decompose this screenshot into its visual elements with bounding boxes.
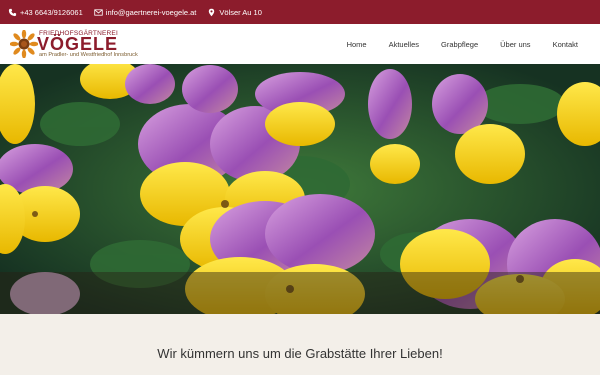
logo-location: am Pradler- und Westfriedhof Innsbruck	[39, 52, 138, 58]
nav-grabpflege[interactable]: Grabpflege	[441, 40, 478, 49]
email-contact[interactable]: info@gaertnerei-voegele.at	[94, 7, 197, 17]
nav-aktuelles[interactable]: Aktuelles	[389, 40, 419, 49]
site-logo[interactable]: FRIEDHOFSGÄRTNEREI VÖGELE am Pradler- un…	[10, 28, 160, 60]
phone-contact[interactable]: +43 6643/9126061	[8, 8, 83, 17]
hero-overlay-band	[0, 272, 600, 314]
site-header: FRIEDHOFSGÄRTNEREI VÖGELE am Pradler- un…	[0, 24, 600, 64]
address-text: Völser Au 10	[219, 7, 262, 17]
nav-kontakt[interactable]: Kontakt	[553, 40, 578, 49]
phone-number: +43 6643/9126061	[20, 7, 83, 17]
nav-ueber-uns[interactable]: Über uns	[500, 40, 530, 49]
contact-bar: +43 6643/9126061 info@gaertnerei-voegele…	[0, 0, 600, 24]
nav-home[interactable]: Home	[347, 40, 367, 49]
email-address: info@gaertnerei-voegele.at	[105, 7, 197, 17]
sunflower-icon	[10, 30, 38, 58]
hero-image	[0, 64, 600, 314]
main-nav: Home Aktuelles Grabpflege Über uns Konta…	[347, 24, 600, 64]
map-pin-icon	[209, 8, 215, 16]
address-contact[interactable]: Völser Au 10	[207, 8, 262, 17]
phone-icon	[8, 8, 17, 16]
envelope-icon	[94, 8, 103, 16]
page-tagline: Wir kümmern uns um die Grabstätte Ihrer …	[157, 346, 443, 361]
